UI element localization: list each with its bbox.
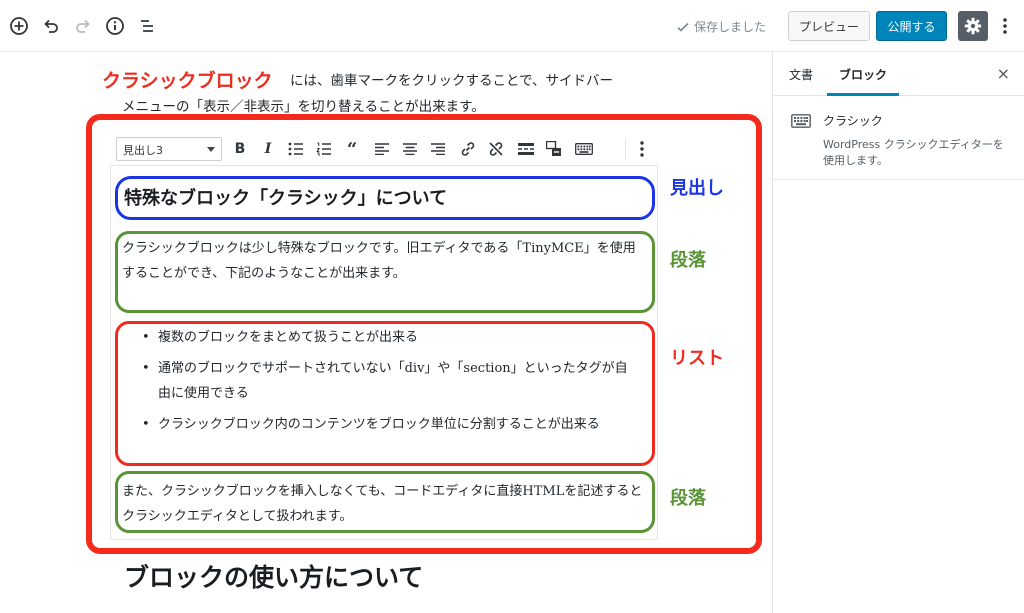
format-select[interactable]: 見出し3 xyxy=(116,137,222,161)
saved-label: 保存しました xyxy=(694,20,767,34)
add-block-button[interactable] xyxy=(6,13,32,39)
next-heading[interactable]: ブロックの使い方について xyxy=(124,558,423,594)
preview-button[interactable]: プレビュー xyxy=(788,11,870,41)
vertical-ellipsis-icon xyxy=(1003,18,1007,34)
editor-header-toolbar: 保存しました プレビュー 公開する xyxy=(0,0,1024,52)
annotation-list-label: リスト xyxy=(670,348,724,369)
annotation-heading-label: 見出し xyxy=(670,178,724,199)
annotation-list-outline xyxy=(115,321,655,466)
keyboard-shortcuts-button[interactable] xyxy=(574,139,594,159)
close-sidebar-button[interactable]: × xyxy=(997,64,1010,83)
saved-status: 保存しました xyxy=(676,18,766,35)
redo-icon xyxy=(76,19,90,33)
annotation-paragraph-2-outline xyxy=(115,471,655,533)
tab-document[interactable]: 文書 xyxy=(789,66,813,83)
align-center-icon xyxy=(403,143,417,155)
read-more-icon xyxy=(518,143,534,155)
insert-link-button[interactable] xyxy=(458,139,478,159)
publish-button[interactable]: 公開する xyxy=(876,11,947,41)
align-right-icon xyxy=(431,143,445,155)
classic-editor-toolbar: 見出し3 B I “ xyxy=(110,132,658,166)
sidebar-tabs: 文書 ブロック × xyxy=(773,52,1024,96)
bold-button[interactable]: B xyxy=(230,139,250,159)
align-left-icon xyxy=(375,143,389,155)
align-left-button[interactable] xyxy=(372,139,392,159)
keyboard-icon xyxy=(791,114,811,128)
annotation-paragraph-1-outline xyxy=(115,231,655,313)
chevron-down-icon xyxy=(207,147,215,152)
info-icon xyxy=(106,17,124,35)
align-center-button[interactable] xyxy=(400,139,420,159)
block-card: クラシック WordPress クラシックエディターを使用します。 xyxy=(773,96,1024,180)
align-right-button[interactable] xyxy=(428,139,448,159)
tab-block[interactable]: ブロック xyxy=(839,66,887,83)
format-select-value: 見出し3 xyxy=(123,144,163,157)
annotation-paragraph-2-label: 段落 xyxy=(670,488,706,509)
gear-icon xyxy=(964,17,982,35)
keyboard-icon xyxy=(575,143,593,155)
undo-icon xyxy=(44,19,58,33)
bold-icon: B xyxy=(234,141,246,157)
list-outline-icon xyxy=(141,20,153,32)
toolbar-toggle-button[interactable] xyxy=(544,139,564,159)
link-icon xyxy=(461,142,475,156)
vertical-ellipsis-icon xyxy=(640,141,644,157)
toolbar-toggle-icon xyxy=(546,141,561,156)
remove-link-button[interactable] xyxy=(486,139,506,159)
block-more-options-button[interactable] xyxy=(632,139,652,159)
block-navigation-button[interactable] xyxy=(134,13,160,39)
more-tools-button[interactable] xyxy=(996,13,1014,39)
unlink-icon xyxy=(489,142,503,156)
read-more-button[interactable] xyxy=(516,139,536,159)
content-info-button[interactable] xyxy=(102,13,128,39)
toolbar-separator xyxy=(625,138,626,160)
redo-button[interactable] xyxy=(70,13,96,39)
settings-button[interactable] xyxy=(958,11,988,41)
bullet-list-icon xyxy=(288,142,303,156)
annotation-heading-outline xyxy=(115,176,655,220)
block-card-title: クラシック xyxy=(823,114,883,128)
italic-button[interactable]: I xyxy=(258,139,278,159)
undo-button[interactable] xyxy=(38,13,64,39)
bullet-list-button[interactable] xyxy=(286,139,306,159)
numbered-list-icon xyxy=(316,142,331,156)
settings-sidebar: 文書 ブロック × クラシック WordPress クラシックエディターを使用し… xyxy=(772,52,1024,613)
plus-circle-icon xyxy=(10,17,28,35)
blockquote-button[interactable]: “ xyxy=(342,138,362,160)
annotation-paragraph-1-label: 段落 xyxy=(670,250,706,271)
quote-icon: “ xyxy=(346,138,358,160)
italic-icon: I xyxy=(264,141,272,157)
annotation-classic-block: クラシックブロック xyxy=(102,66,277,93)
check-icon xyxy=(677,22,689,32)
numbered-list-button[interactable] xyxy=(314,139,334,159)
block-card-description: WordPress クラシックエディターを使用します。 xyxy=(823,138,1004,167)
